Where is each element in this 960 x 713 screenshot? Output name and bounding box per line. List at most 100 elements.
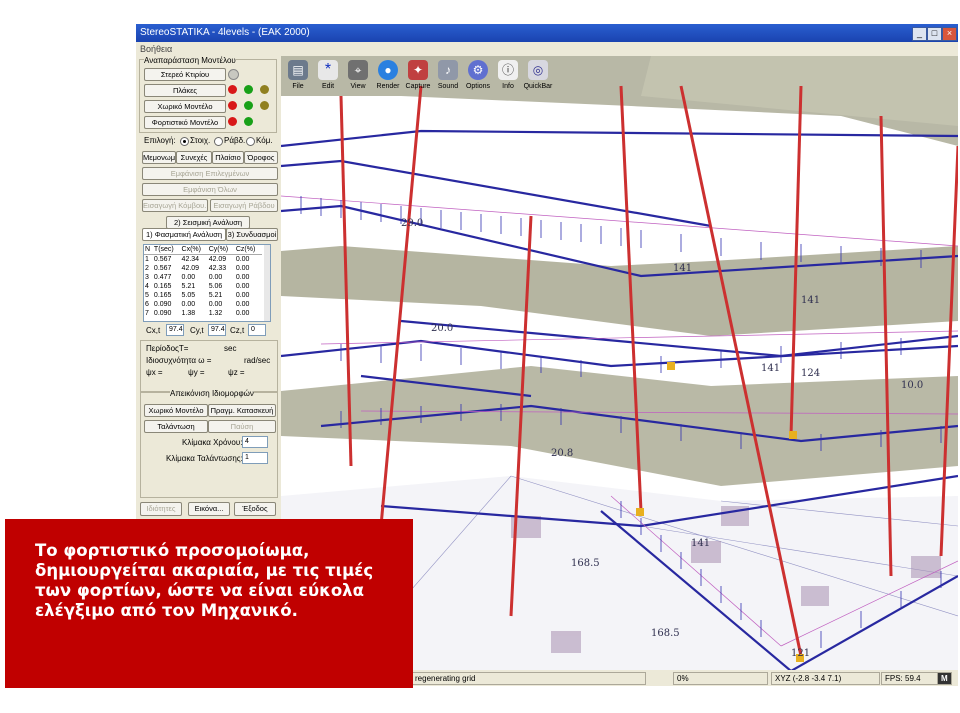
real-structure-button[interactable]: Πραγμ. Κατασκευή: [208, 404, 276, 417]
psi-y-label: ψy =: [188, 368, 205, 377]
psi-x-label: ψx =: [146, 368, 163, 377]
toolbar-view-label: View: [350, 83, 366, 90]
table-row[interactable]: 2 0.567 42.09 42.33 0.00: [144, 264, 262, 273]
spatial-red-toggle-icon[interactable]: [228, 101, 237, 110]
oscillation-scale-input[interactable]: 1: [242, 452, 268, 464]
cell: 42.33: [208, 265, 227, 272]
single-button[interactable]: Μεμονωμ.: [142, 151, 176, 164]
close-button[interactable]: ×: [942, 27, 957, 41]
show-selected-button[interactable]: Εμφάνιση Επιλεγμένων: [142, 167, 278, 180]
table-row[interactable]: 1 0.567 42.34 42.09 0.00: [144, 255, 262, 265]
toolbar-render[interactable]: ● Render: [373, 58, 403, 94]
table-row[interactable]: 5 0.165 5.05 5.21 0.00: [144, 291, 262, 300]
table-row[interactable]: 4 0.165 5.21 5.06 0.00: [144, 282, 262, 291]
slabs-olive-toggle-icon[interactable]: [260, 85, 269, 94]
pause-button[interactable]: Παύση: [208, 420, 276, 433]
toolbar-info[interactable]: ⓘ Info: [493, 58, 523, 94]
load-label: 29.0: [401, 218, 423, 229]
cell: 0.00: [235, 265, 250, 272]
radio-element-label: Στοιχ.: [190, 136, 211, 145]
cell: 0.090: [153, 301, 172, 308]
modes-display-title: Απεικόνιση Ιδιομορφών: [170, 389, 254, 398]
show-all-button[interactable]: Εμφάνιση Όλων: [142, 183, 278, 196]
continuous-button[interactable]: Συνεχές: [176, 151, 212, 164]
table-row[interactable]: 7 0.090 1.38 1.32 0.00: [144, 309, 262, 318]
m-badge-icon[interactable]: M: [937, 672, 952, 685]
toolbar-sound-label: Sound: [437, 83, 459, 90]
cxt-field[interactable]: 97.4: [166, 324, 184, 336]
load-label: 121: [791, 648, 810, 659]
radio-node-label: Κόμ.: [256, 136, 273, 145]
cell: 0.00: [235, 274, 250, 281]
menu-help[interactable]: Βοήθεια: [140, 42, 172, 56]
load-label: 141: [673, 263, 692, 274]
maximize-button[interactable]: □: [927, 27, 942, 41]
time-scale-label: Κλίμακα Χρόνου:: [182, 438, 243, 447]
cell: 1: [145, 256, 149, 263]
czt-field[interactable]: 0: [248, 324, 266, 336]
spatial-green-toggle-icon[interactable]: [244, 101, 253, 110]
edit-icon: *: [318, 60, 338, 80]
insert-bar-button[interactable]: Εισαγωγή Ράβδου: [210, 199, 278, 212]
period-unit: sec: [224, 344, 237, 353]
toolbar-capture[interactable]: ✦ Capture: [403, 58, 433, 94]
caption-text: Το φορτιστικό προσομοίωμα, δημιουργείται…: [35, 541, 374, 620]
toolbar-view[interactable]: ⌖ View: [343, 58, 373, 94]
insert-node-button[interactable]: Εισαγωγή Κόμβου...: [142, 199, 208, 212]
floor-button[interactable]: Όροφος: [244, 151, 278, 164]
spatial-model-mode-button[interactable]: Χωρικό Μοντέλο: [144, 404, 208, 417]
quickbar-icon: ◎: [528, 60, 548, 80]
table-header-row: N T(sec) Cx(%) Cy(%) Cz(%): [144, 245, 262, 255]
load-label: 124: [801, 368, 820, 379]
slabs-button[interactable]: Πλάκες: [144, 84, 226, 97]
load-label: 20.8: [551, 448, 573, 459]
file-icon: ▤: [288, 60, 308, 80]
status-fps: FPS: 59.4: [881, 672, 938, 685]
radio-bar[interactable]: [214, 137, 223, 146]
exit-button[interactable]: Έξοδος: [234, 502, 276, 516]
load-label: 141: [761, 363, 780, 374]
image-button[interactable]: Εικόνα...: [188, 502, 230, 516]
radio-node[interactable]: [246, 137, 255, 146]
table-row[interactable]: 6 0.090 0.00 0.00 0.00: [144, 300, 262, 309]
toolbar-file[interactable]: ▤ File: [283, 58, 313, 94]
load-label: 168.5: [651, 628, 680, 639]
slabs-green-toggle-icon[interactable]: [244, 85, 253, 94]
cell: 1.38: [181, 310, 196, 317]
load-red-toggle-icon[interactable]: [228, 117, 237, 126]
title-bar[interactable]: StereoSTATIKA - 4levels - (EAK 2000) _ □…: [136, 24, 958, 42]
properties-button[interactable]: Ιδιότητες: [140, 502, 182, 516]
toolbar-options[interactable]: ⚙ Options: [463, 58, 493, 94]
oscillation-button[interactable]: Ταλάντωση: [144, 420, 208, 433]
table-scrollbar[interactable]: [264, 245, 270, 321]
minimize-button[interactable]: _: [912, 27, 927, 41]
spatial-model-button[interactable]: Χωρικό Μοντέλο: [144, 100, 226, 113]
cell: 0.165: [153, 292, 172, 299]
solid-building-button[interactable]: Στερεό Κτιρίου: [144, 68, 226, 81]
time-scale-input[interactable]: 4: [242, 436, 268, 448]
table-row[interactable]: 3 0.477 0.00 0.00 0.00: [144, 273, 262, 282]
load-label: 168.5: [571, 558, 600, 569]
toolbar-quickbar[interactable]: ◎ QuickBar: [523, 58, 553, 94]
frame-button[interactable]: Πλαίσιο: [212, 151, 244, 164]
cell: 42.34: [181, 256, 200, 263]
cell: 5.21: [181, 283, 196, 290]
solid-toggle-icon[interactable]: [228, 69, 239, 80]
cell: 5.06: [208, 283, 223, 290]
load-model-button[interactable]: Φορτιστικό Μοντέλο: [144, 116, 226, 129]
cell: 0.00: [235, 310, 250, 317]
toolbar-edit[interactable]: * Edit: [313, 58, 343, 94]
tab-spectral-analysis[interactable]: 1) Φασματική Ανάλυση: [142, 228, 226, 241]
cell: 7: [145, 310, 149, 317]
tab-combinations[interactable]: 3) Συνδυασμοί: [226, 228, 278, 241]
radio-element[interactable]: [180, 137, 189, 146]
load-green-toggle-icon[interactable]: [244, 117, 253, 126]
radio-bar-label: Ράβδ.: [224, 136, 246, 145]
psi-z-label: ψz =: [228, 368, 245, 377]
toolbar-sound[interactable]: ♪ Sound: [433, 58, 463, 94]
cyt-field[interactable]: 97.4: [208, 324, 226, 336]
modes-table: N T(sec) Cx(%) Cy(%) Cz(%) 1 0.567 42.34 42…: [143, 244, 271, 322]
spatial-olive-toggle-icon[interactable]: [260, 101, 269, 110]
col-header: T(sec): [152, 245, 181, 255]
slabs-red-toggle-icon[interactable]: [228, 85, 237, 94]
